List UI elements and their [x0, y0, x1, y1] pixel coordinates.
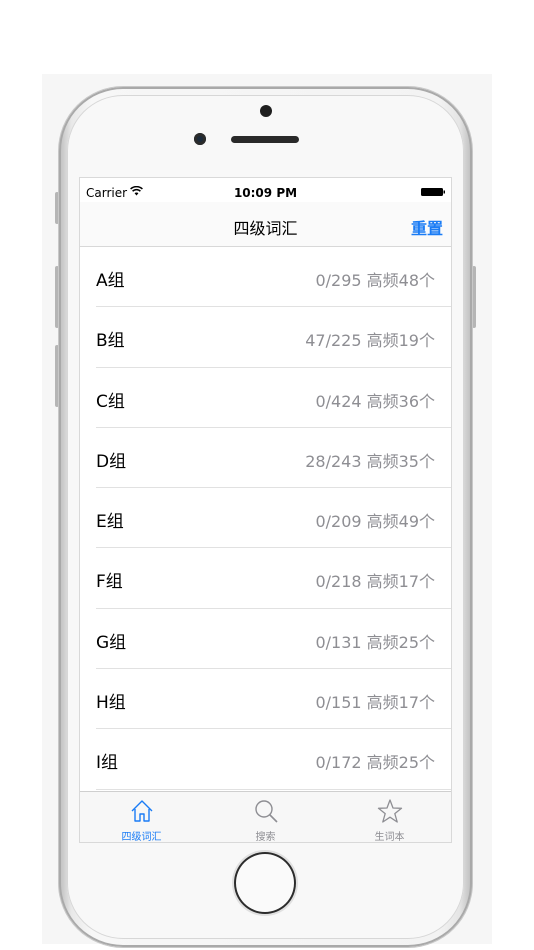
group-progress: 0/209 高频49个 [315, 512, 435, 532]
group-title: B组 [96, 331, 125, 352]
tab-label: 生词本 [374, 832, 405, 842]
group-title: I组 [96, 753, 119, 774]
group-title: E组 [96, 512, 124, 533]
tab-cet4-words[interactable]: 四级词汇 [80, 792, 203, 842]
group-progress: 0/151 高频17个 [315, 693, 435, 713]
list-item-group-i[interactable]: I组 0/172 高频25个 [96, 729, 451, 790]
group-title: F组 [96, 572, 123, 593]
page-title: 四级词汇 [233, 219, 298, 238]
tab-label: 四级词汇 [121, 832, 162, 842]
group-progress: 0/131 高频25个 [315, 632, 435, 652]
tab-search[interactable]: 搜索 [204, 792, 327, 842]
app-screen: Carrier 10:09 PM 四级词汇 重置 A组 0/295 高频48个 … [80, 178, 451, 842]
status-bar: Carrier 10:09 PM [80, 178, 451, 202]
list-item-group-f[interactable]: F组 0/218 高频17个 [96, 548, 451, 609]
reset-button[interactable]: 重置 [411, 215, 443, 239]
star-icon [377, 799, 402, 823]
group-list: A组 0/295 高频48个 B组 47/225 高频19个 C组 0/424 … [80, 247, 451, 790]
group-progress: 0/172 高频25个 [315, 753, 435, 773]
list-item-group-d[interactable]: D组 28/243 高频35个 [96, 428, 451, 489]
search-icon [254, 800, 278, 823]
tab-vocabulary-book[interactable]: 生词本 [328, 792, 451, 842]
group-title: C组 [96, 391, 125, 412]
list-item-group-a[interactable]: A组 0/295 高频48个 [96, 247, 451, 308]
battery-icon [421, 188, 445, 196]
proximity-sensor [260, 105, 272, 117]
list-item-group-h[interactable]: H组 0/151 高频17个 [96, 669, 451, 730]
group-title: G组 [96, 632, 127, 653]
home-icon [131, 800, 152, 822]
tab-bar: 四级词汇 搜索 生词本 [80, 791, 451, 842]
tab-label: 搜索 [255, 832, 276, 842]
group-progress: 0/295 高频48个 [315, 271, 435, 290]
group-title: A组 [96, 271, 125, 291]
front-camera [194, 133, 206, 145]
earpiece-speaker [231, 136, 299, 143]
group-title: D组 [96, 451, 127, 472]
group-progress: 47/225 高频19个 [305, 331, 435, 351]
navigation-bar: 四级词汇 重置 [80, 202, 451, 247]
list-item-group-g[interactable]: G组 0/131 高频25个 [96, 609, 451, 670]
group-progress: 28/243 高频35个 [305, 451, 435, 471]
status-time: 10:09 PM [233, 186, 298, 200]
list-item-group-c[interactable]: C组 0/424 高频36个 [96, 368, 451, 428]
power-button [472, 266, 476, 328]
group-progress: 0/424 高频36个 [315, 391, 435, 411]
group-progress: 0/218 高频17个 [315, 572, 435, 592]
group-title: H组 [96, 693, 126, 714]
list-item-group-e[interactable]: E组 0/209 高频49个 [96, 488, 451, 549]
list-item-group-b[interactable]: B组 47/225 高频19个 [96, 307, 451, 368]
home-button[interactable] [234, 852, 296, 914]
